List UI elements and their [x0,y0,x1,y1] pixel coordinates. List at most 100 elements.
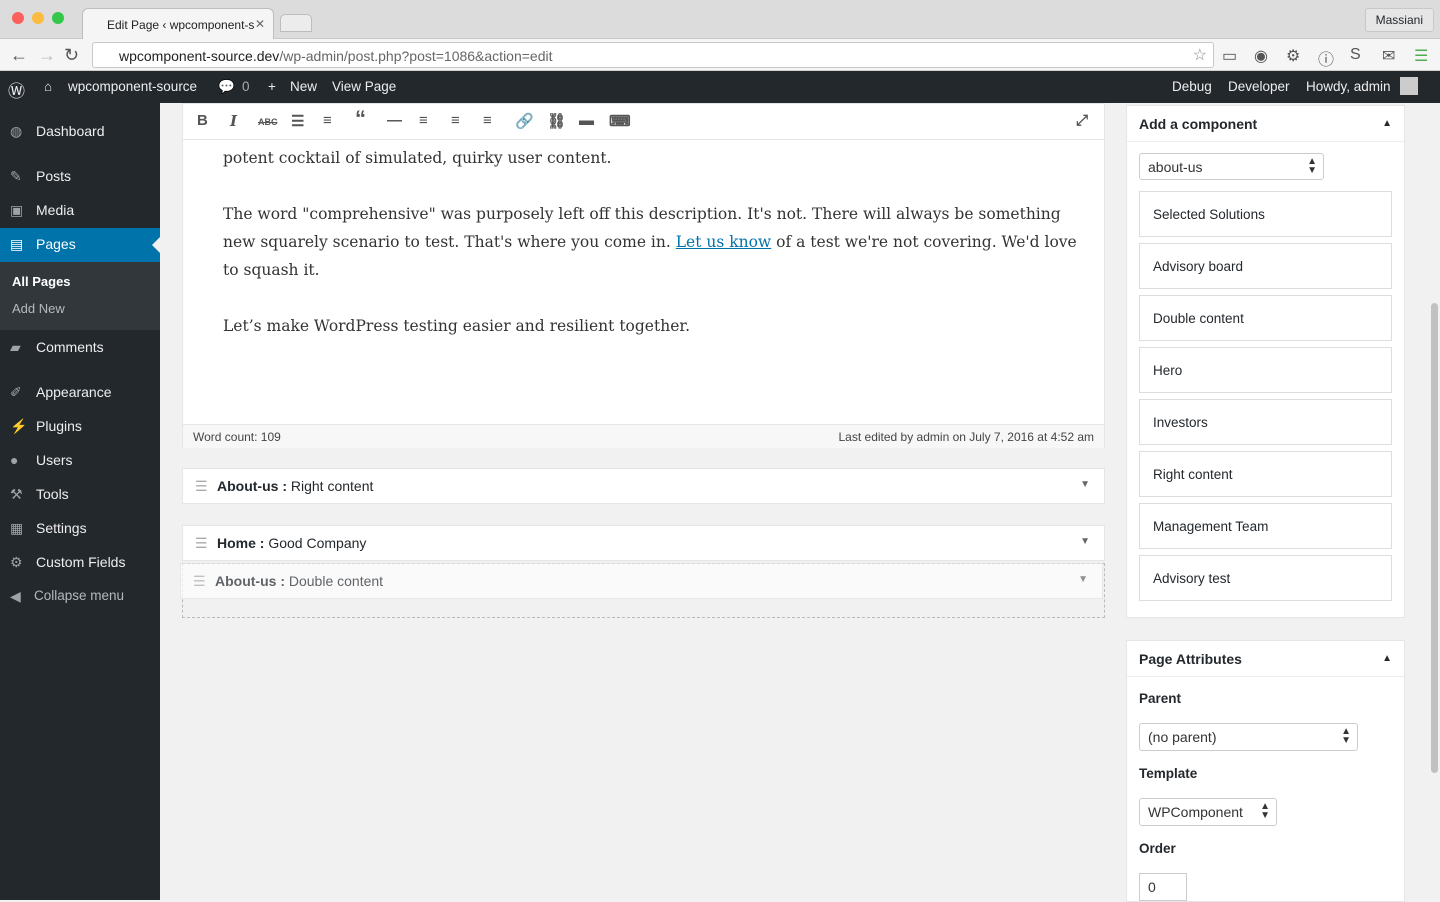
sidebar-item-tools[interactable]: ⚒ Tools [0,478,160,512]
component-item[interactable]: Double content [1139,295,1392,341]
drag-handle-icon[interactable]: ☰ [193,573,206,590]
editor-toolbar: B I ABC ☰ ≡ “ — ≡ ≡ ≡ 🔗 ⛓ ▬ ⌨ ⤢ [183,104,1104,140]
component-item[interactable]: Management Team [1139,503,1392,549]
cast-icon[interactable]: ▭ [1222,46,1237,66]
browser-tab[interactable]: Edit Page ‹ wpcomponent-s ✕ [82,8,274,39]
browser-profile[interactable]: Massiani [1364,8,1434,32]
sidebar-item-custom-fields[interactable]: ⚙ Custom Fields [0,546,160,580]
collapse-menu-button[interactable]: ◀ Collapse menu [0,580,160,614]
mail-icon[interactable]: ✉ [1382,46,1395,66]
sidebar-item-comments[interactable]: ▰ Comments [0,331,160,365]
component-item[interactable]: Advisory test [1139,555,1392,601]
toggle-arrow-icon[interactable]: ▼ [1078,574,1088,585]
sidebar-item-users[interactable]: ● Users [0,444,160,478]
pages-icon: ▤ [10,236,24,252]
template-label: Template [1139,766,1198,781]
close-tab-icon[interactable]: ✕ [255,17,265,31]
editor-statusbar: Word count: 109 Last edited by admin on … [183,424,1104,448]
component-item[interactable]: Right content [1139,451,1392,497]
plus-icon: + [268,79,276,94]
new-tab-button[interactable] [280,14,312,32]
read-more-icon[interactable]: ▬ [579,112,594,129]
view-page-link[interactable]: View Page [332,79,396,94]
add-component-header[interactable]: Add a component ▲ [1127,106,1404,142]
page-attributes-panel: Page Attributes ▲ Parent (no parent) ▲ ▼ Te… [1126,640,1405,902]
align-left-icon[interactable]: ≡ [419,112,428,129]
horizontal-line-icon[interactable]: — [387,112,402,129]
howdy-link[interactable]: Howdy, admin [1306,79,1391,94]
numbered-list-icon[interactable]: ≡ [323,112,332,129]
comments-count[interactable]: 0 [242,79,250,94]
toggle-arrow-icon[interactable]: ▼ [1080,479,1090,490]
component-item[interactable]: Selected Solutions [1139,191,1392,237]
fullscreen-icon[interactable]: ⤢ [1076,112,1088,129]
italic-icon[interactable]: I [230,112,237,130]
sidebar-item-appearance[interactable]: ✐ Appearance [0,376,160,410]
component-box-dragging[interactable]: ☰ About-us : Double content ▼ [180,563,1103,599]
submenu-all-pages[interactable]: All Pages [12,274,71,289]
comment-bubble-icon[interactable]: 💬 [218,79,235,95]
debug-link[interactable]: Debug [1172,79,1212,94]
component-item[interactable]: Advisory board [1139,243,1392,289]
last-edited: Last edited by admin on July 7, 2016 at … [838,430,1095,444]
back-icon[interactable]: ← [10,45,28,66]
forward-icon[interactable]: → [38,45,56,66]
sidebar-item-dashboard[interactable]: ◍ Dashboard [0,115,160,149]
new-link[interactable]: New [290,79,317,94]
close-window-button[interactable] [12,12,24,24]
template-select[interactable]: WPComponent ▲ ▼ [1139,798,1277,826]
let-us-know-link[interactable]: Let us know [676,233,771,251]
gear-extension-icon[interactable]: ⚙ [1286,46,1300,66]
site-name-link[interactable]: wpcomponent-source [68,79,197,94]
info-icon[interactable]: ⓘ [1318,46,1334,70]
bullet-list-icon[interactable]: ☰ [291,112,304,130]
order-input[interactable]: 0 [1139,873,1187,901]
sidebar-item-posts[interactable]: ✎ Posts [0,160,160,194]
avatar[interactable] [1400,77,1418,95]
menu-icon[interactable]: ☰ [1414,46,1428,66]
sidebar-item-settings[interactable]: ▦ Settings [0,512,160,546]
align-center-icon[interactable]: ≡ [451,112,460,129]
drag-handle-icon[interactable]: ☰ [195,478,208,495]
collapse-caret-icon[interactable]: ▲ [1382,653,1392,664]
component-item[interactable]: Investors [1139,399,1392,445]
sidebar-item-media[interactable]: ▣ Media [0,194,160,228]
wrench-icon: ⚒ [10,486,23,502]
editor-content[interactable]: lessons learned from over three years of… [223,121,1083,368]
toggle-arrow-icon[interactable]: ▼ [1080,536,1090,547]
pages-submenu: All Pages Add New [0,262,160,330]
wordpress-logo-icon[interactable]: Ⓦ [8,77,25,102]
blockquote-icon[interactable]: “ [355,106,366,132]
drag-handle-icon[interactable]: ☰ [195,535,208,552]
component-page-select[interactable]: about-us ▲ ▼ [1139,153,1324,180]
page-attributes-header[interactable]: Page Attributes ▲ [1127,641,1404,677]
component-item[interactable]: Hero [1139,347,1392,393]
order-label: Order [1139,841,1176,856]
camera-icon[interactable]: ◉ [1254,46,1268,66]
sidebar-item-plugins[interactable]: ⚡ Plugins [0,410,160,444]
unlink-icon[interactable]: ⛓ [547,112,566,130]
home-icon[interactable]: ⌂ [44,79,52,94]
component-box[interactable]: ☰ About-us : Right content ▼ [182,468,1105,504]
s-extension-icon[interactable]: S [1350,46,1361,64]
admin-sidebar: ◍ Dashboard ✎ Posts ▣ Media ▤ Pages All Page… [0,103,160,900]
collapse-icon: ◀ [10,588,21,604]
maximize-window-button[interactable] [52,12,64,24]
bold-icon[interactable]: B [197,112,208,129]
toolbar-toggle-icon[interactable]: ⌨ [609,112,631,130]
submenu-add-new[interactable]: Add New [12,301,65,316]
link-icon[interactable]: 🔗 [515,112,534,130]
developer-link[interactable]: Developer [1228,79,1290,94]
align-right-icon[interactable]: ≡ [483,112,492,129]
collapse-caret-icon[interactable]: ▲ [1382,118,1392,129]
component-box[interactable]: ☰ Home : Good Company ▼ [182,525,1105,561]
scrollbar-thumb[interactable] [1431,303,1438,773]
page-scrollbar[interactable] [1428,103,1440,900]
parent-select[interactable]: (no parent) ▲ ▼ [1139,723,1358,751]
address-bar[interactable]: wpcomponent-source.dev/wp-admin/post.php… [92,42,1214,68]
reload-icon[interactable]: ↻ [64,45,79,66]
minimize-window-button[interactable] [32,12,44,24]
sidebar-item-pages[interactable]: ▤ Pages [0,228,160,262]
strikethrough-icon[interactable]: ABC [258,117,278,127]
bookmark-star-icon[interactable]: ☆ [1193,45,1207,65]
